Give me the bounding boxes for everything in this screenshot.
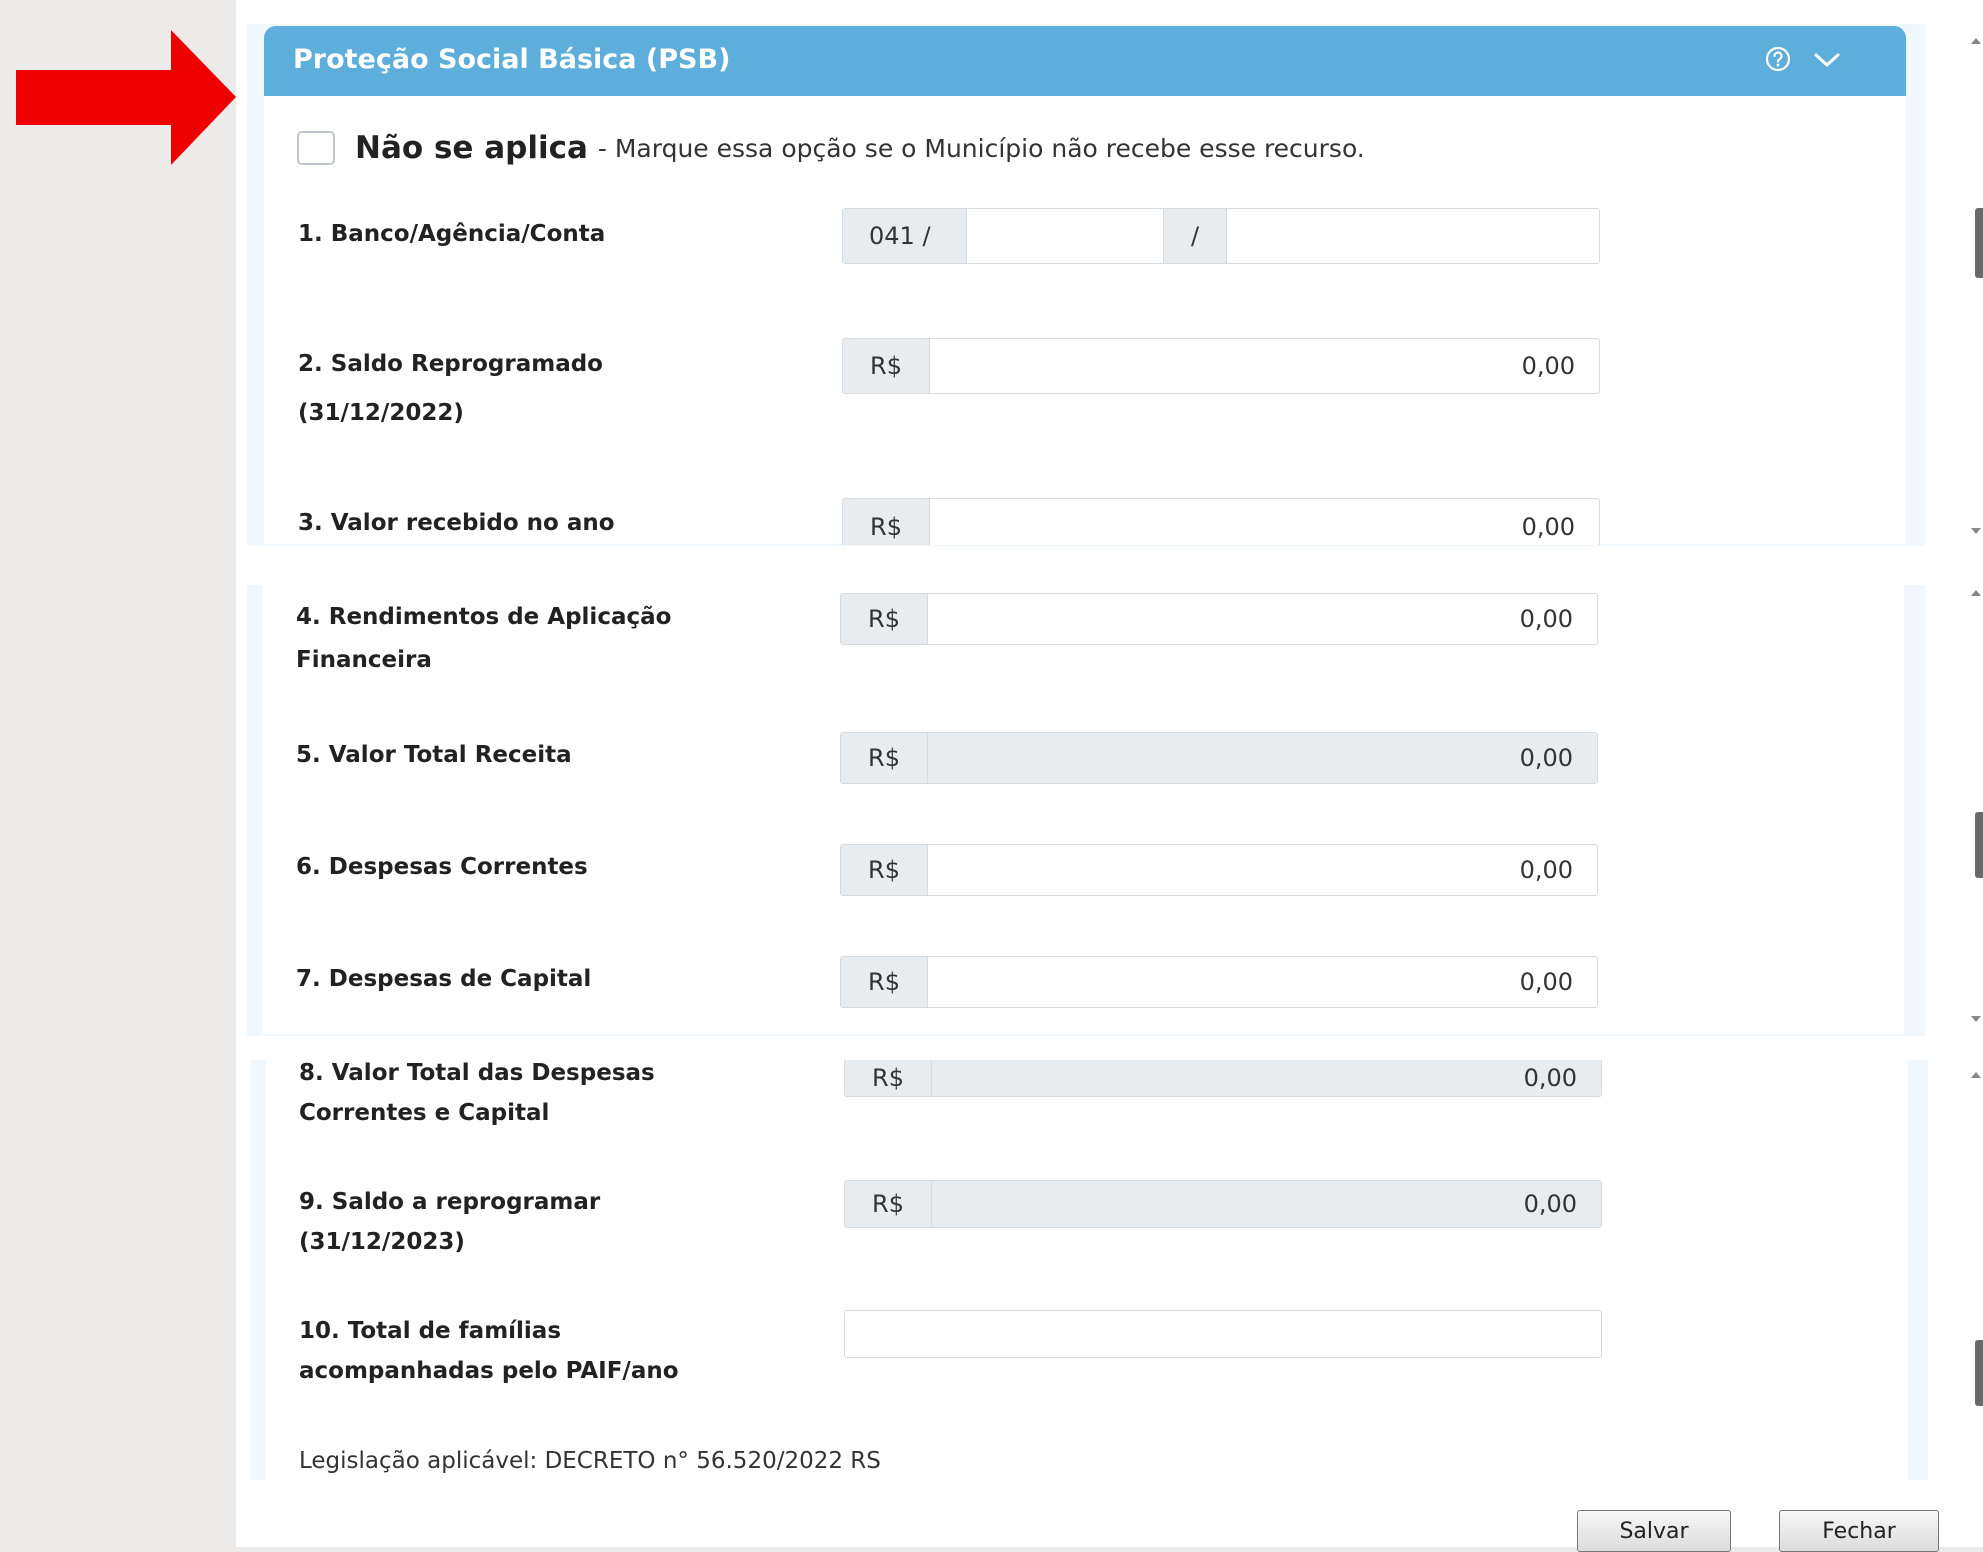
field-10-label-line2: acompanhadas pelo PAIF/ano — [299, 1358, 679, 1384]
scroll-up-arrow[interactable] — [1971, 38, 1981, 44]
field-3-label: 3. Valor recebido no ano — [298, 510, 615, 536]
legislation-note: Legislação aplicável: DECRETO n° 56.520/… — [299, 1448, 881, 1474]
field-7-label: 7. Despesas de Capital — [296, 966, 592, 992]
field-2-label-line2: (31/12/2022) — [298, 400, 464, 426]
saldo-reprogramado-group: R$ 0,00 — [842, 338, 1600, 394]
field-1-label: 1. Banco/Agência/Conta — [298, 221, 606, 247]
valor-total-receita-value: 0,00 — [928, 733, 1597, 783]
total-familias-input[interactable] — [844, 1310, 1602, 1358]
scroll-down-arrow[interactable] — [1971, 528, 1981, 534]
scrollbar-thumb[interactable] — [1975, 1340, 1983, 1406]
close-button[interactable]: Fechar — [1779, 1510, 1939, 1552]
currency-prefix: R$ — [841, 957, 928, 1007]
not-applicable-label: Não se aplica — [355, 130, 588, 166]
field-8-label-line2: Correntes e Capital — [299, 1100, 550, 1126]
currency-prefix: R$ — [841, 845, 928, 895]
valor-recebido-group: R$ 0,00 — [842, 498, 1600, 545]
field-2-label-line1: 2. Saldo Reprogramado — [298, 351, 603, 377]
agency-input[interactable] — [967, 209, 1163, 263]
not-applicable-description: - Marque essa opção se o Município não r… — [597, 133, 1365, 163]
red-arrow-icon — [16, 30, 236, 165]
currency-prefix: R$ — [841, 733, 928, 783]
chevron-down-icon[interactable] — [1813, 48, 1841, 72]
save-button[interactable]: Salvar — [1577, 1510, 1731, 1552]
currency-prefix: R$ — [843, 499, 930, 545]
field-6-label: 6. Despesas Correntes — [296, 854, 588, 880]
field-9-label-line2: (31/12/2023) — [299, 1229, 465, 1255]
despesas-correntes-input[interactable]: 0,00 — [928, 845, 1597, 895]
scrollbar-thumb[interactable] — [1975, 208, 1983, 278]
despesas-correntes-group: R$ 0,00 — [840, 844, 1598, 896]
field-9-label-line1: 9. Saldo a reprogramar — [299, 1189, 601, 1215]
scroll-up-arrow[interactable] — [1971, 590, 1981, 596]
field-4-label-line2: Financeira — [296, 647, 432, 673]
not-applicable-checkbox[interactable] — [297, 131, 335, 165]
not-applicable-row: Não se aplica - Marque essa opção se o M… — [297, 128, 1365, 168]
currency-prefix: R$ — [843, 339, 930, 393]
field-8-label-line1: 8. Valor Total das Despesas — [299, 1060, 655, 1086]
rendimentos-group: R$ 0,00 — [840, 593, 1598, 645]
scroll-down-arrow[interactable] — [1971, 1016, 1981, 1022]
currency-prefix: R$ — [845, 1181, 932, 1227]
saldo-reprogramar-value: 0,00 — [932, 1181, 1601, 1227]
rendimentos-input[interactable]: 0,00 — [928, 594, 1597, 644]
scroll-up-arrow[interactable] — [1971, 1072, 1981, 1078]
field-10-label-line1: 10. Total de famílias — [299, 1318, 562, 1344]
panel-header[interactable]: Proteção Social Básica (PSB) — [264, 26, 1906, 96]
despesas-capital-group: R$ 0,00 — [840, 956, 1598, 1008]
valor-recebido-input[interactable]: 0,00 — [930, 499, 1599, 545]
valor-total-despesas-group: R$ 0,00 — [844, 1060, 1602, 1097]
total-familias-value — [845, 1311, 1601, 1357]
saldo-reprogramar-group: R$ 0,00 — [844, 1180, 1602, 1228]
bank-account-group: 041 / / — [842, 208, 1600, 264]
currency-prefix: R$ — [841, 594, 928, 644]
field-4-label-line1: 4. Rendimentos de Aplicação — [296, 604, 672, 630]
scrollbar-thumb[interactable] — [1975, 812, 1983, 878]
panel-title: Proteção Social Básica (PSB) — [293, 44, 731, 75]
despesas-capital-input[interactable]: 0,00 — [928, 957, 1597, 1007]
valor-total-despesas-value: 0,00 — [932, 1060, 1601, 1096]
help-circle-icon[interactable] — [1765, 46, 1791, 72]
valor-total-receita-group: R$ 0,00 — [840, 732, 1598, 784]
saldo-reprogramado-input[interactable]: 0,00 — [930, 339, 1599, 393]
currency-prefix: R$ — [845, 1060, 932, 1096]
account-input[interactable] — [1227, 209, 1599, 263]
bank-code: 041 / — [843, 209, 967, 263]
agency-account-separator: / — [1163, 209, 1227, 263]
field-5-label: 5. Valor Total Receita — [296, 742, 572, 768]
